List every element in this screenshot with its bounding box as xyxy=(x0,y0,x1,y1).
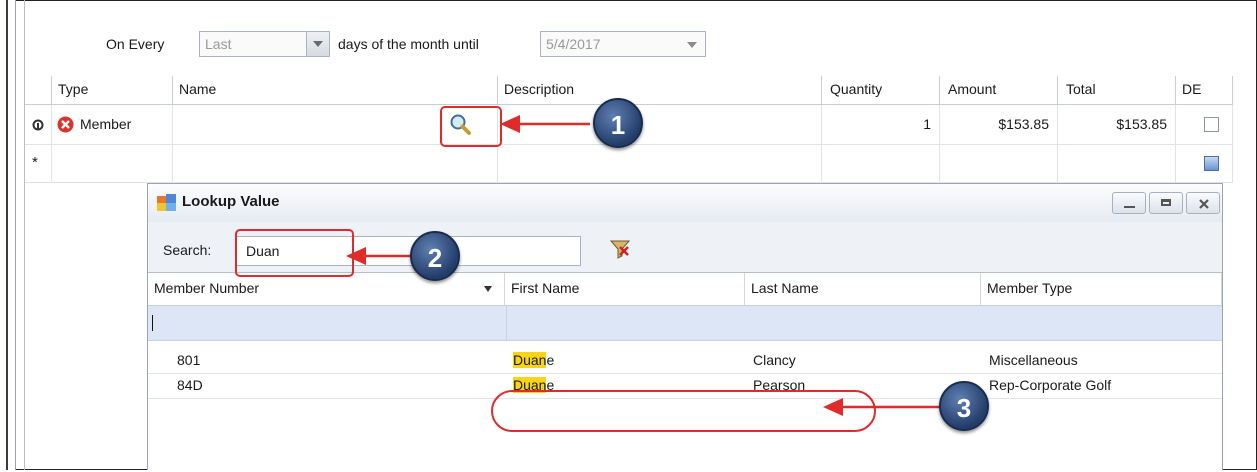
step-2-badge: 2 xyxy=(410,231,460,281)
annotation-highlight-result-row xyxy=(491,390,876,432)
annotation-highlight-search-input xyxy=(235,229,354,277)
step-3-badge: 3 xyxy=(939,381,989,431)
step-1-badge: 1 xyxy=(593,98,643,148)
